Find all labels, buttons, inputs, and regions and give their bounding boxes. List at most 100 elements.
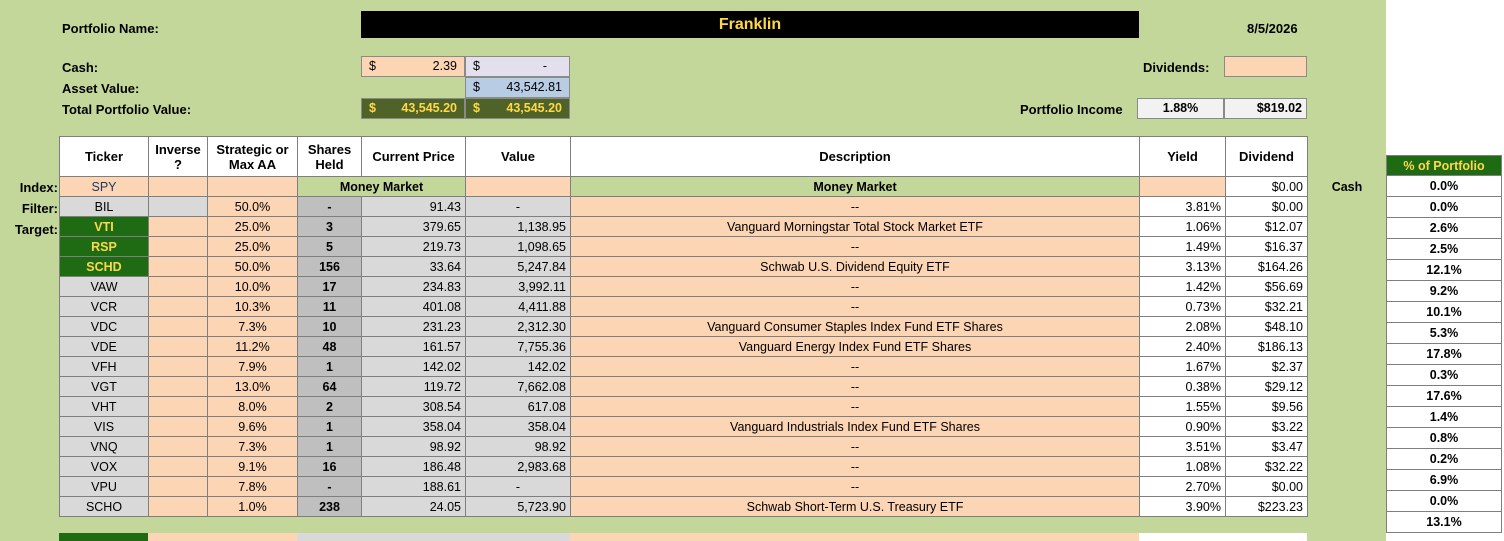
- inverse-cell[interactable]: [148, 356, 208, 377]
- aa-cell[interactable]: 10.3%: [207, 296, 298, 317]
- yield-cell[interactable]: 1.67%: [1139, 356, 1226, 377]
- col-strategic-aa[interactable]: Strategic or Max AA: [207, 136, 298, 177]
- aa-cell[interactable]: [207, 176, 298, 197]
- pct-cell[interactable]: 0.0%: [1386, 491, 1502, 512]
- dividend-cell[interactable]: $223.23: [1225, 496, 1308, 517]
- yield-cell[interactable]: 3.90%: [1139, 496, 1226, 517]
- yield-cell[interactable]: 1.55%: [1139, 396, 1226, 417]
- value-cell[interactable]: 7,755.36: [465, 336, 571, 357]
- description-cell[interactable]: Vanguard Morningstar Total Stock Market …: [570, 216, 1140, 237]
- pct-cell[interactable]: 6.9%: [1386, 470, 1502, 491]
- pct-of-portfolio-header[interactable]: % of Portfolio: [1386, 155, 1502, 176]
- aa-cell[interactable]: 50.0%: [207, 256, 298, 277]
- value-cell[interactable]: 5,723.90: [465, 496, 571, 517]
- inverse-cell[interactable]: [148, 456, 208, 477]
- price-cell[interactable]: 186.48: [361, 456, 466, 477]
- dividend-cell[interactable]: $32.21: [1225, 296, 1308, 317]
- value-cell[interactable]: 98.92: [465, 436, 571, 457]
- value-cell[interactable]: 1,098.65: [465, 236, 571, 257]
- aa-cell[interactable]: 9.6%: [207, 416, 298, 437]
- yield-cell[interactable]: 0.73%: [1139, 296, 1226, 317]
- value-cell[interactable]: 2,312.30: [465, 316, 571, 337]
- inverse-cell[interactable]: [148, 376, 208, 397]
- value-cell[interactable]: 3,992.11: [465, 276, 571, 297]
- value-cell[interactable]: -: [465, 476, 571, 497]
- dividend-cell[interactable]: $48.10: [1225, 316, 1308, 337]
- yield-cell[interactable]: 2.70%: [1139, 476, 1226, 497]
- price-cell[interactable]: 119.72: [361, 376, 466, 397]
- col-description[interactable]: Description: [570, 136, 1140, 177]
- price-cell[interactable]: 219.73: [361, 236, 466, 257]
- shares-cell[interactable]: -: [297, 196, 362, 217]
- dividend-cell[interactable]: $2.37: [1225, 356, 1308, 377]
- inverse-cell[interactable]: [148, 436, 208, 457]
- yield-cell[interactable]: 1.42%: [1139, 276, 1226, 297]
- ticker-cell[interactable]: VPU: [59, 476, 149, 497]
- shares-cell[interactable]: 64: [297, 376, 362, 397]
- description-cell[interactable]: --: [570, 476, 1140, 497]
- yield-cell[interactable]: [1139, 176, 1226, 197]
- dividend-cell[interactable]: $56.69: [1225, 276, 1308, 297]
- pct-cell[interactable]: 17.6%: [1386, 386, 1502, 407]
- pct-cell[interactable]: 2.5%: [1386, 239, 1502, 260]
- ticker-cell[interactable]: VTI: [59, 216, 149, 237]
- pct-cell[interactable]: 9.2%: [1386, 281, 1502, 302]
- income-yield-cell[interactable]: 1.88%: [1137, 98, 1224, 119]
- yield-cell[interactable]: 0.38%: [1139, 376, 1226, 397]
- ticker-cell[interactable]: SCHO: [59, 496, 149, 517]
- col-inverse[interactable]: Inverse ?: [148, 136, 208, 177]
- description-cell[interactable]: --: [570, 276, 1140, 297]
- shares-cell[interactable]: 3: [297, 216, 362, 237]
- pct-cell[interactable]: 0.8%: [1386, 428, 1502, 449]
- description-cell[interactable]: Schwab Short-Term U.S. Treasury ETF: [570, 496, 1140, 517]
- price-cell[interactable]: 24.05: [361, 496, 466, 517]
- price-cell[interactable]: 33.64: [361, 256, 466, 277]
- aa-cell[interactable]: 10.0%: [207, 276, 298, 297]
- ticker-cell[interactable]: VOX: [59, 456, 149, 477]
- dividend-cell[interactable]: $9.56: [1225, 396, 1308, 417]
- description-cell[interactable]: --: [570, 376, 1140, 397]
- yield-cell[interactable]: 1.06%: [1139, 216, 1226, 237]
- ticker-cell[interactable]: VCR: [59, 296, 149, 317]
- inverse-cell[interactable]: [148, 276, 208, 297]
- price-cell[interactable]: 98.92: [361, 436, 466, 457]
- col-yield[interactable]: Yield: [1139, 136, 1226, 177]
- shares-cell[interactable]: 156: [297, 256, 362, 277]
- inverse-cell[interactable]: [148, 196, 208, 217]
- shares-cell[interactable]: 17: [297, 276, 362, 297]
- pct-cell[interactable]: 2.6%: [1386, 218, 1502, 239]
- value-cell[interactable]: [465, 176, 571, 197]
- aa-cell[interactable]: 7.3%: [207, 436, 298, 457]
- inverse-cell[interactable]: [148, 396, 208, 417]
- value-cell[interactable]: 5,247.84: [465, 256, 571, 277]
- inverse-cell[interactable]: [148, 176, 208, 197]
- inverse-cell[interactable]: [148, 236, 208, 257]
- dividend-cell[interactable]: $3.47: [1225, 436, 1308, 457]
- pct-cell[interactable]: 0.0%: [1386, 176, 1502, 197]
- ticker-cell[interactable]: VDE: [59, 336, 149, 357]
- dividend-cell[interactable]: $186.13: [1225, 336, 1308, 357]
- money-market-cell[interactable]: Money Market: [297, 176, 466, 197]
- price-cell[interactable]: 231.23: [361, 316, 466, 337]
- asset-value-cell[interactable]: $ 43,542.81: [465, 77, 570, 98]
- value-cell[interactable]: -: [465, 196, 571, 217]
- price-cell[interactable]: 91.43: [361, 196, 466, 217]
- yield-cell[interactable]: 2.08%: [1139, 316, 1226, 337]
- dividend-cell[interactable]: $164.26: [1225, 256, 1308, 277]
- total-value-cell[interactable]: $ 43,545.20: [361, 98, 465, 119]
- dividend-cell[interactable]: $0.00: [1225, 176, 1308, 197]
- price-cell[interactable]: 308.54: [361, 396, 466, 417]
- aa-cell[interactable]: 25.0%: [207, 216, 298, 237]
- description-cell[interactable]: Vanguard Industrials Index Fund ETF Shar…: [570, 416, 1140, 437]
- dividend-cell[interactable]: $32.22: [1225, 456, 1308, 477]
- description-cell[interactable]: Vanguard Energy Index Fund ETF Shares: [570, 336, 1140, 357]
- value-cell[interactable]: 617.08: [465, 396, 571, 417]
- price-cell[interactable]: 234.83: [361, 276, 466, 297]
- description-cell[interactable]: --: [570, 236, 1140, 257]
- shares-cell[interactable]: 1: [297, 356, 362, 377]
- col-value[interactable]: Value: [465, 136, 571, 177]
- inverse-cell[interactable]: [148, 216, 208, 237]
- portfolio-name-cell[interactable]: Franklin: [361, 11, 1139, 38]
- pct-cell[interactable]: 17.8%: [1386, 344, 1502, 365]
- aa-cell[interactable]: 7.8%: [207, 476, 298, 497]
